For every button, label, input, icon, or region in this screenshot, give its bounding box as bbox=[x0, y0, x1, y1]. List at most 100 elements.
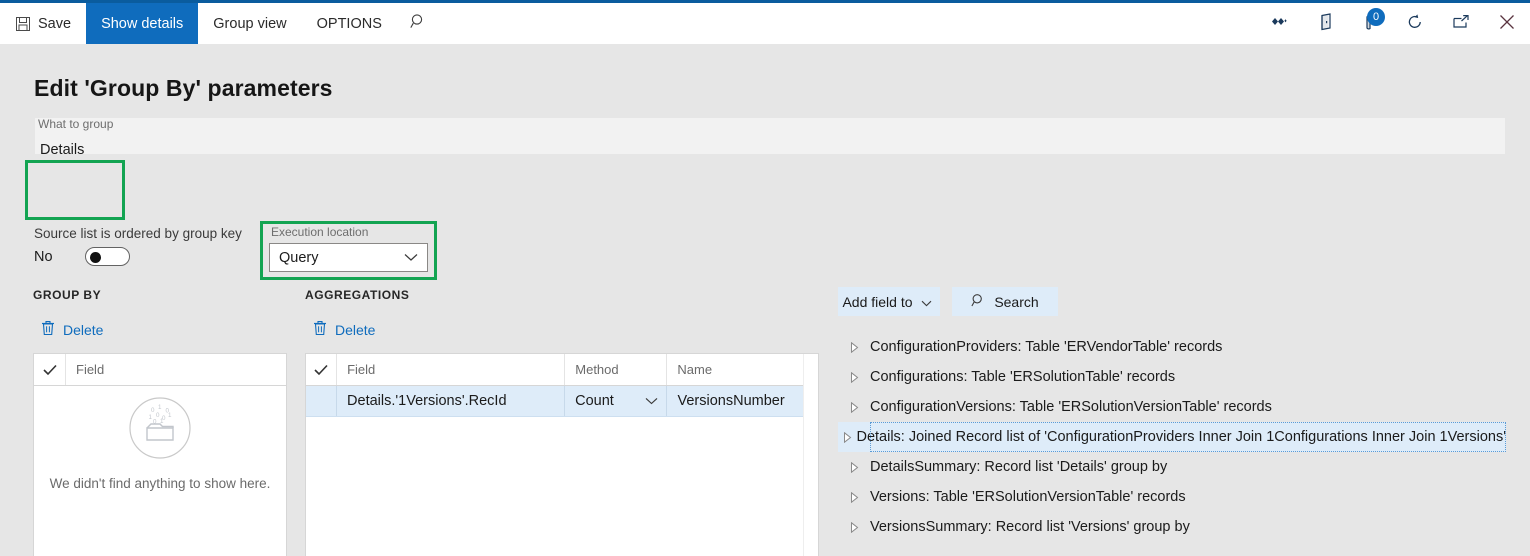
source-order-label: Source list is ordered by group key bbox=[34, 226, 242, 241]
chevron-down-icon bbox=[404, 253, 427, 262]
row-checkbox[interactable] bbox=[306, 386, 338, 416]
aggregations-column-field[interactable]: Field bbox=[337, 354, 566, 385]
show-details-button[interactable]: Show details bbox=[86, 3, 199, 44]
notifications-badge: 0 bbox=[1367, 7, 1385, 26]
what-to-group-input[interactable] bbox=[35, 118, 1505, 154]
application-window: Save Show details Group view OPTIONS 0 E… bbox=[0, 0, 1530, 556]
group-by-table: Field 010 100 101 We didn't find anythin… bbox=[33, 353, 287, 556]
save-button-label: Save bbox=[38, 15, 72, 32]
chevron-down-icon bbox=[645, 393, 658, 409]
list-item[interactable]: ConfigurationVersions: Table 'ERSolution… bbox=[838, 392, 1506, 422]
group-by-table-header: Field bbox=[34, 354, 286, 386]
highlight-box-what-to-group bbox=[25, 160, 125, 220]
list-item[interactable]: ConfigurationProviders: Table 'ERVendorT… bbox=[838, 332, 1506, 362]
svg-text:1: 1 bbox=[149, 414, 153, 421]
aggregations-section-heading: AGGREGATIONS bbox=[305, 288, 410, 302]
selection-outline bbox=[870, 422, 1506, 452]
list-item[interactable]: Configurations: Table 'ERSolutionTable' … bbox=[838, 362, 1506, 392]
list-item-label: ConfigurationVersions: Table 'ERSolution… bbox=[870, 399, 1272, 415]
group-view-label: Group view bbox=[213, 15, 287, 32]
page-title: Edit 'Group By' parameters bbox=[34, 75, 333, 101]
group-by-delete-button[interactable]: Delete bbox=[41, 320, 103, 339]
refresh-button[interactable] bbox=[1392, 3, 1438, 44]
svg-text:1: 1 bbox=[168, 412, 172, 419]
expand-arrow-icon[interactable] bbox=[838, 431, 857, 443]
aggregations-delete-label: Delete bbox=[335, 321, 376, 338]
popout-icon bbox=[1452, 14, 1470, 34]
row-method-value: Count bbox=[575, 393, 614, 409]
data-sources-tree: ConfigurationProviders: Table 'ERVendorT… bbox=[838, 332, 1506, 542]
execution-location-value: Query bbox=[279, 249, 319, 266]
svg-text:0: 0 bbox=[151, 407, 155, 414]
group-by-empty-state: 010 100 101 We didn't find anything to s… bbox=[34, 394, 286, 491]
row-field-cell[interactable]: Details.'1Versions'.RecId bbox=[337, 386, 566, 416]
source-order-value: No bbox=[34, 249, 53, 265]
aggregations-delete-button[interactable]: Delete bbox=[313, 320, 375, 339]
expand-arrow-icon[interactable] bbox=[838, 341, 870, 353]
svg-text:1: 1 bbox=[158, 404, 162, 411]
toolbar-search-button[interactable] bbox=[397, 3, 440, 44]
notifications-icon: 0 bbox=[1363, 7, 1385, 33]
list-item[interactable]: DetailsSummary: Record list 'Details' gr… bbox=[838, 452, 1506, 482]
expand-arrow-icon[interactable] bbox=[838, 371, 870, 383]
add-field-to-label: Add field to bbox=[842, 293, 913, 310]
group-view-button[interactable]: Group view bbox=[198, 3, 301, 44]
search-fields-button[interactable]: Search bbox=[952, 287, 1058, 316]
group-by-empty-message: We didn't find anything to show here. bbox=[49, 476, 271, 491]
source-order-toggle[interactable] bbox=[85, 247, 130, 266]
group-by-column-field[interactable]: Field bbox=[66, 354, 286, 385]
aggregations-table-header: Field Method Name bbox=[306, 354, 818, 386]
command-bar-spacer bbox=[440, 3, 1257, 44]
list-item-selected[interactable]: Details: Joined Record list of 'Configur… bbox=[838, 422, 1506, 452]
trash-icon bbox=[313, 320, 327, 339]
trash-icon bbox=[41, 320, 55, 339]
diamonds-button[interactable] bbox=[1257, 3, 1303, 44]
options-button[interactable]: OPTIONS bbox=[302, 3, 397, 44]
command-bar: Save Show details Group view OPTIONS 0 bbox=[0, 3, 1530, 44]
execution-location-label: Execution location bbox=[271, 225, 369, 239]
close-button[interactable] bbox=[1484, 3, 1530, 44]
close-icon bbox=[1498, 13, 1516, 35]
what-to-group-value: Details bbox=[40, 142, 85, 158]
notifications-button[interactable]: 0 bbox=[1349, 3, 1392, 44]
empty-folder-icon: 010 100 101 bbox=[126, 394, 194, 467]
add-field-to-button[interactable]: Add field to bbox=[838, 287, 940, 316]
options-label: OPTIONS bbox=[316, 15, 382, 32]
aggregations-table: Field Method Name Details.'1Versions'.Re… bbox=[305, 353, 819, 556]
save-button[interactable]: Save bbox=[0, 3, 86, 44]
list-item[interactable]: VersionsSummary: Record list 'Versions' … bbox=[838, 512, 1506, 542]
command-bar-right-group: 0 bbox=[1257, 3, 1530, 44]
group-by-delete-label: Delete bbox=[63, 321, 104, 338]
expand-arrow-icon[interactable] bbox=[838, 401, 870, 413]
save-icon bbox=[15, 16, 31, 32]
open-book-icon bbox=[1317, 12, 1335, 35]
page-body: Edit 'Group By' parameters What to group… bbox=[0, 44, 1530, 556]
table-row[interactable]: Details.'1Versions'.RecId Count Versions… bbox=[306, 386, 818, 417]
aggregations-column-method[interactable]: Method bbox=[565, 354, 668, 385]
svg-text:1: 1 bbox=[160, 418, 164, 425]
what-to-group-label: What to group bbox=[38, 117, 114, 131]
aggregations-select-all-checkbox[interactable] bbox=[306, 354, 338, 385]
open-book-button[interactable] bbox=[1303, 3, 1349, 44]
list-item-label: DetailsSummary: Record list 'Details' gr… bbox=[870, 459, 1168, 475]
execution-location-select[interactable]: Query bbox=[269, 243, 428, 272]
expand-arrow-icon[interactable] bbox=[838, 461, 870, 473]
row-method-cell[interactable]: Count bbox=[565, 386, 668, 416]
aggregations-vertical-scrollbar[interactable] bbox=[803, 354, 818, 556]
expand-arrow-icon[interactable] bbox=[838, 521, 870, 533]
group-by-select-all-checkbox[interactable] bbox=[34, 354, 66, 385]
diamonds-icon bbox=[1271, 15, 1289, 33]
group-by-section-heading: GROUP BY bbox=[33, 288, 102, 302]
toggle-knob bbox=[90, 251, 101, 263]
expand-arrow-icon[interactable] bbox=[838, 491, 870, 503]
list-item-label: Configurations: Table 'ERSolutionTable' … bbox=[870, 369, 1176, 385]
popout-button[interactable] bbox=[1438, 3, 1484, 44]
search-fields-label: Search bbox=[994, 293, 1039, 310]
list-item[interactable]: Versions: Table 'ERSolutionVersionTable'… bbox=[838, 482, 1506, 512]
aggregations-column-name[interactable]: Name bbox=[667, 354, 818, 385]
refresh-icon bbox=[1406, 13, 1424, 35]
list-item-label: Versions: Table 'ERSolutionVersionTable'… bbox=[870, 489, 1186, 505]
show-details-label: Show details bbox=[101, 15, 184, 32]
svg-text:0: 0 bbox=[153, 419, 157, 426]
row-name-cell[interactable]: VersionsNumber bbox=[667, 386, 818, 416]
